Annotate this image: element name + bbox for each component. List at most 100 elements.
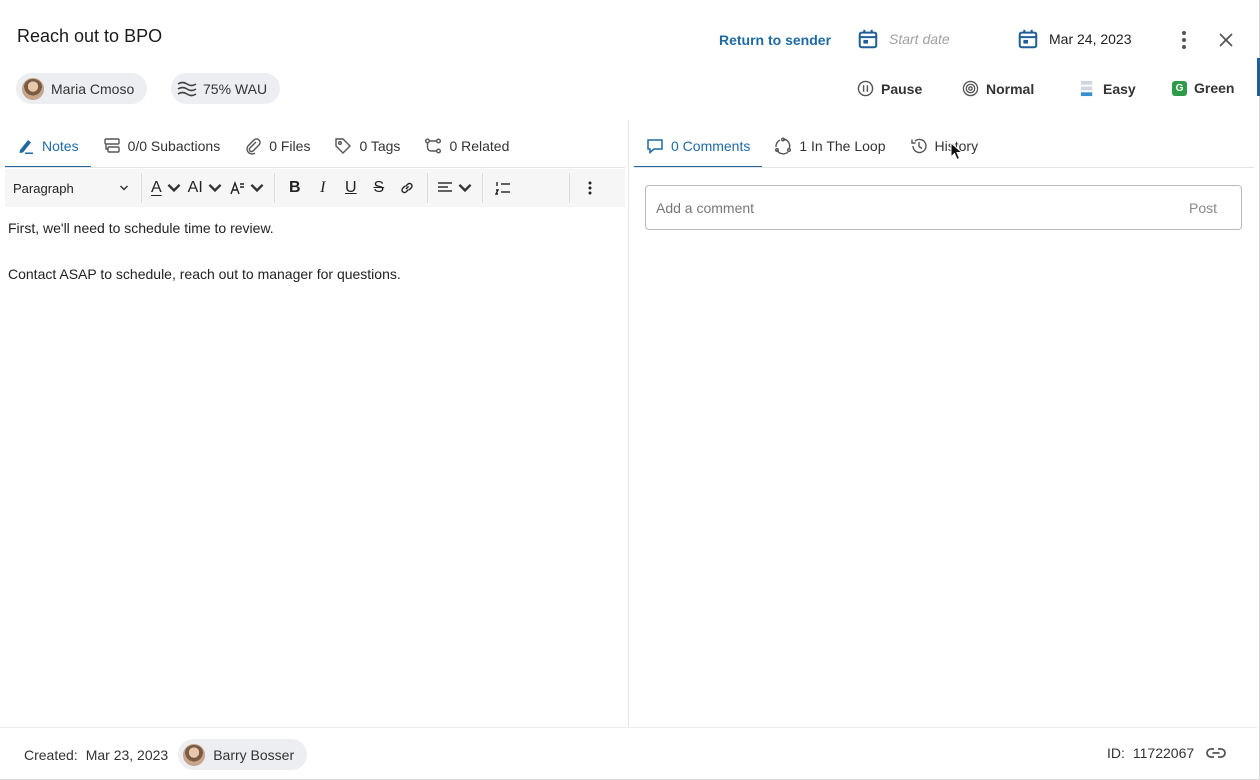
notes-editor[interactable]: First, we'll need to schedule time to re… xyxy=(8,220,618,312)
font-size-button[interactable]: AI xyxy=(185,173,226,203)
effort-bars-icon xyxy=(1080,80,1093,97)
tab-related[interactable]: 0 Related xyxy=(412,124,521,168)
pause-icon xyxy=(857,80,874,97)
strikethrough-button[interactable]: S xyxy=(365,173,393,203)
created-date: Mar 23, 2023 xyxy=(85,746,169,763)
text-format-button[interactable] xyxy=(226,173,268,203)
wau-label: 75% WAU xyxy=(203,80,268,97)
comment-input[interactable] xyxy=(656,199,1189,216)
target-icon xyxy=(962,80,979,97)
tab-in-the-loop-label: 1 In The Loop xyxy=(799,138,886,154)
tab-tags-label: 0 Tags xyxy=(359,138,401,154)
tab-notes-label: Notes xyxy=(42,138,79,154)
subactions-icon xyxy=(103,138,120,153)
toolbar-more-button[interactable] xyxy=(576,173,604,203)
task-panel xyxy=(0,0,1260,780)
tab-history[interactable]: History xyxy=(898,124,991,168)
bold-button[interactable]: B xyxy=(281,173,309,203)
return-to-sender-button[interactable]: Return to sender xyxy=(719,32,831,48)
creator-name: Barry Bosser xyxy=(213,746,295,763)
related-icon xyxy=(425,138,442,154)
toolbar-separator xyxy=(568,173,570,203)
id-value: 11722067 xyxy=(1132,745,1195,761)
assignee-name: Maria Cmoso xyxy=(51,80,135,97)
tab-comments[interactable]: 0 Comments xyxy=(634,124,763,168)
history-icon xyxy=(910,138,927,154)
tab-notes[interactable]: Notes xyxy=(5,124,91,168)
text-format-icon xyxy=(230,180,244,195)
footer-divider xyxy=(0,727,1257,728)
effort-selector[interactable]: Easy xyxy=(1079,80,1136,97)
toolbar-separator xyxy=(426,173,428,203)
editor-toolbar: Paragraph A AI B I U S xyxy=(5,169,625,207)
priority-selector[interactable]: Normal xyxy=(962,80,1034,97)
mouse-cursor-icon xyxy=(950,142,964,161)
avatar xyxy=(183,743,206,766)
paragraph-style-value: Paragraph xyxy=(13,180,74,196)
tab-comments-label: 0 Comments xyxy=(671,138,751,154)
font-color-button[interactable]: A xyxy=(148,173,185,203)
link-button[interactable] xyxy=(393,173,421,203)
chevron-down-icon xyxy=(119,185,129,191)
due-date-value: Mar 24, 2023 xyxy=(1049,31,1132,47)
pen-icon xyxy=(19,140,33,154)
creator-chip[interactable]: Barry Bosser xyxy=(178,739,308,770)
tab-tags[interactable]: 0 Tags xyxy=(322,124,412,168)
wau-chip[interactable]: 75% WAU xyxy=(171,73,280,104)
task-id: ID: 11722067 xyxy=(1107,745,1227,761)
tab-files[interactable]: 0 Files xyxy=(232,124,322,168)
comment-icon xyxy=(647,139,663,155)
waves-icon xyxy=(177,81,197,96)
more-vertical-icon[interactable] xyxy=(1174,28,1194,52)
numbered-list-icon xyxy=(494,182,510,195)
assignee-chip[interactable]: Maria Cmoso xyxy=(16,73,147,104)
font-color-glyph: A xyxy=(151,179,162,196)
start-date-placeholder: Start date xyxy=(889,31,950,47)
comment-box: Post xyxy=(645,185,1242,230)
avatar xyxy=(22,77,44,100)
pause-label: Pause xyxy=(881,80,923,97)
paperclip-icon xyxy=(246,138,261,155)
chevron-down-icon xyxy=(250,183,264,193)
chevron-down-icon xyxy=(208,183,222,193)
tab-subactions[interactable]: 0/0 Subactions xyxy=(91,124,233,168)
right-tab-divider xyxy=(634,167,1254,168)
pause-button[interactable]: Pause xyxy=(857,80,922,97)
created-info: Created: Mar 23, 2023 Barry Bosser xyxy=(24,739,308,770)
notes-paragraph: Contact ASAP to schedule, reach out to m… xyxy=(8,266,401,282)
toolbar-separator xyxy=(481,173,483,203)
right-tab-bar: 0 Comments 1 In The Loop History xyxy=(634,124,990,168)
created-label: Created: xyxy=(24,746,78,763)
calendar-icon xyxy=(1018,29,1038,49)
font-size-glyph: AI xyxy=(187,179,203,196)
chevron-down-icon xyxy=(458,183,472,193)
calendar-icon xyxy=(858,29,878,49)
paragraph-style-select[interactable]: Paragraph xyxy=(5,181,135,196)
notes-paragraph: First, we'll need to schedule time to re… xyxy=(8,220,274,236)
numbered-list-button[interactable] xyxy=(489,173,517,203)
tab-in-the-loop[interactable]: 1 In The Loop xyxy=(762,124,897,168)
tag-icon xyxy=(335,138,352,154)
color-selector[interactable]: G Green xyxy=(1172,80,1234,96)
chevron-down-icon xyxy=(167,183,181,193)
left-tab-divider xyxy=(5,167,625,168)
post-button[interactable]: Post xyxy=(1189,200,1217,216)
italic-button[interactable]: I xyxy=(309,173,337,203)
link-icon xyxy=(401,182,413,194)
start-date-field[interactable]: Start date xyxy=(857,28,950,50)
task-title[interactable]: Reach out to BPO xyxy=(17,26,162,47)
id-label: ID: xyxy=(1107,745,1125,761)
copy-link-icon[interactable] xyxy=(1206,746,1227,760)
panel-divider xyxy=(628,120,629,727)
underline-button[interactable]: U xyxy=(337,173,365,203)
tab-related-label: 0 Related xyxy=(449,138,510,154)
align-button[interactable] xyxy=(434,173,476,203)
due-date-field[interactable]: Mar 24, 2023 xyxy=(1017,28,1132,50)
more-vertical-icon xyxy=(588,181,592,195)
color-label: Green xyxy=(1194,80,1235,96)
tab-files-label: 0 Files xyxy=(269,138,311,154)
align-left-icon xyxy=(437,182,452,192)
close-icon[interactable] xyxy=(1216,30,1236,50)
toolbar-separator xyxy=(273,173,275,203)
priority-label: Normal xyxy=(986,80,1035,97)
